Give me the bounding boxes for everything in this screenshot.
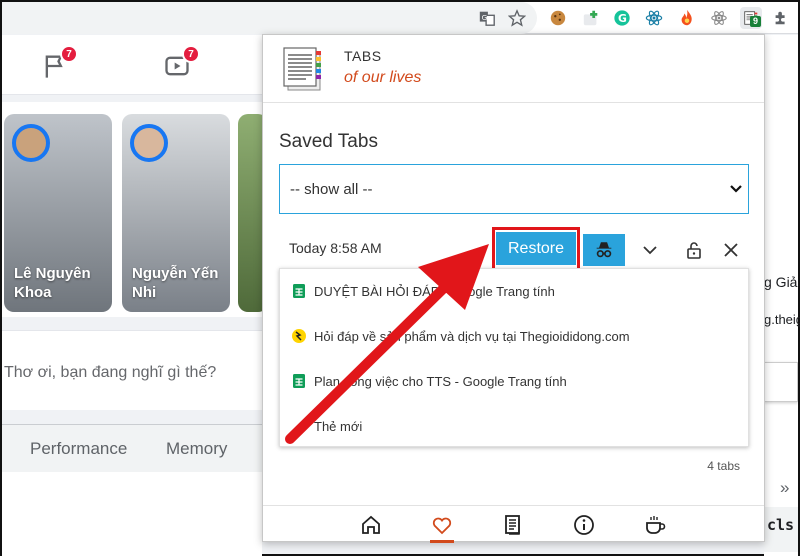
plus-extension-icon[interactable] — [580, 7, 602, 29]
stories-strip: Lê Nguyên Khoa Nguyễn Yến Nhi — [2, 102, 268, 317]
notification-badge: 7 — [182, 45, 200, 63]
svg-text:G: G — [482, 13, 488, 22]
story-name: Nguyễn Yến Nhi — [132, 265, 219, 301]
chevron-right-icon[interactable]: » — [780, 478, 789, 498]
extension-badge: 9 — [750, 16, 762, 27]
heart-icon[interactable] — [430, 513, 454, 537]
popup-header: TABS of our lives — [263, 35, 764, 103]
grammarly-icon[interactable]: G — [611, 7, 633, 29]
coffee-cup-icon[interactable] — [643, 513, 667, 537]
brand-subtitle: of our lives — [344, 69, 422, 86]
popup-footer-nav — [263, 505, 764, 543]
tabs-extension-popup: TABS of our lives Saved Tabs -- show all… — [262, 34, 765, 543]
list-item[interactable]: Thẻ mới — [292, 416, 362, 436]
tab-count: 4 tabs — [707, 459, 740, 473]
home-icon[interactable] — [359, 513, 383, 537]
pages-flag-icon[interactable]: 7 — [38, 45, 78, 83]
facebook-header: 7 7 — [2, 35, 262, 95]
avatar — [130, 124, 168, 162]
notification-badge: 7 — [60, 45, 78, 63]
google-sheets-icon — [292, 374, 306, 388]
address-bar[interactable] — [2, 2, 537, 34]
tab-title: Plan công việc cho TTS - Google Trang tí… — [314, 373, 567, 389]
document-list-icon[interactable] — [501, 513, 525, 537]
create-post-box[interactable]: Thơ ơi, bạn đang nghĩ gì thế? — [2, 330, 262, 410]
tab-title: DUYỆT BÀI HỎI ĐÁP - Google Trang tính — [314, 283, 555, 299]
post-prompt: Thơ ơi, bạn đang nghĩ gì thế? — [4, 364, 217, 381]
page-background — [2, 472, 262, 556]
right-edge-text: g.theig — [764, 312, 800, 327]
avatar — [12, 124, 50, 162]
list-item[interactable]: Plan công việc cho TTS - Google Trang tí… — [292, 371, 567, 391]
cookie-extension-icon[interactable] — [547, 7, 569, 29]
chevron-down-icon — [730, 185, 742, 193]
atom-extension-icon[interactable] — [708, 7, 730, 29]
unlock-icon[interactable] — [684, 240, 704, 260]
devtools-tabbar: Performance Memory — [2, 424, 262, 472]
tab-title: Thẻ mới — [314, 418, 363, 434]
react-devtools-icon[interactable] — [643, 7, 665, 29]
story-card[interactable]: Nguyễn Yến Nhi — [122, 114, 230, 312]
right-edge-text: g Giả — [764, 274, 798, 290]
svg-text:G: G — [618, 12, 627, 25]
devtools-tab-performance[interactable]: Performance — [30, 439, 127, 459]
filter-selected-value: -- show all -- — [290, 180, 373, 198]
list-item[interactable]: Hỏi đáp về sản phẩm và dịch vụ tại Thegi… — [292, 326, 630, 346]
info-icon[interactable] — [572, 513, 596, 537]
devtools-tab-memory[interactable]: Memory — [166, 439, 227, 459]
scroll-panel[interactable] — [764, 362, 798, 402]
blank-tab-icon — [292, 419, 306, 433]
bookmark-star-icon[interactable] — [506, 7, 528, 29]
thegioididong-icon — [292, 329, 306, 343]
app-logo-icon — [283, 47, 321, 91]
watch-video-icon[interactable]: 7 — [160, 45, 200, 83]
list-item[interactable]: DUYỆT BÀI HỎI ĐÁP - Google Trang tính — [292, 281, 555, 301]
restore-button[interactable]: Restore — [496, 232, 576, 265]
section-title: Saved Tabs — [279, 131, 378, 152]
google-sheets-icon — [292, 284, 306, 298]
translate-icon[interactable]: G — [476, 7, 498, 29]
tab-title: Hỏi đáp về sản phẩm và dịch vụ tại Thegi… — [314, 328, 630, 344]
extensions-puzzle-icon[interactable] — [770, 7, 792, 29]
browser-toolbar: G G 9 — [2, 2, 798, 34]
active-tab-indicator — [430, 540, 454, 543]
restore-incognito-button[interactable] — [583, 234, 625, 266]
saved-tab-list: DUYỆT BÀI HỎI ĐÁP - Google Trang tính Hỏ… — [279, 268, 749, 447]
flame-extension-icon[interactable] — [676, 7, 698, 29]
console-clear-text: cls — [764, 507, 798, 552]
brand-title: TABS — [344, 48, 382, 64]
story-card[interactable]: Lê Nguyên Khoa — [4, 114, 112, 312]
close-icon[interactable] — [721, 240, 741, 260]
chevron-down-icon[interactable] — [640, 240, 660, 260]
filter-select[interactable]: -- show all -- — [279, 164, 749, 214]
story-name: Lê Nguyên Khoa — [14, 265, 91, 301]
incognito-icon — [596, 242, 612, 258]
session-timestamp: Today 8:58 AM — [289, 240, 382, 256]
